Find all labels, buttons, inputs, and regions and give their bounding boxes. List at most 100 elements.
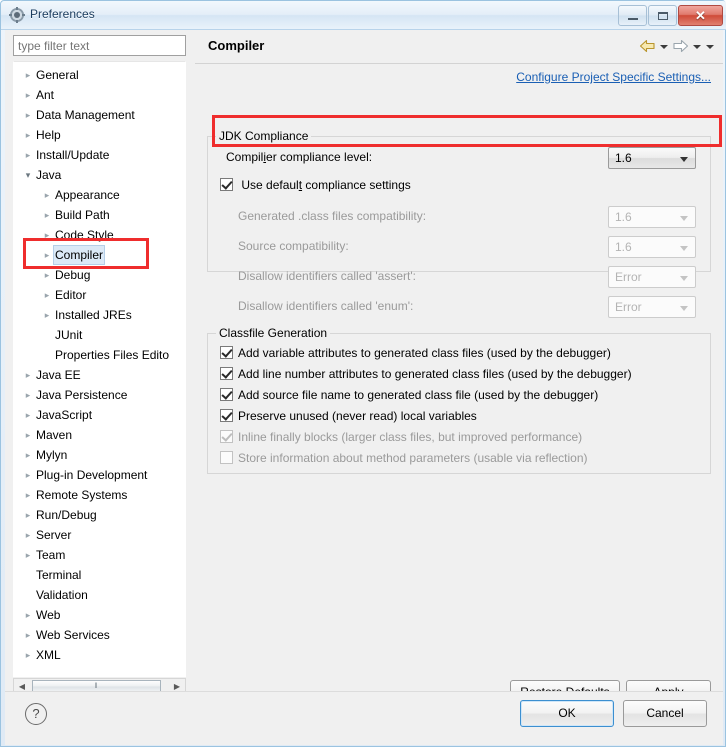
classfile-checkbox-row-0[interactable]: Add variable attributes to generated cla… — [220, 345, 611, 366]
sidebar-item-mylyn[interactable]: ▸ Mylyn — [14, 445, 185, 465]
twisty-collapsed-icon[interactable]: ▸ — [22, 425, 34, 445]
classfile-checkbox[interactable] — [220, 388, 233, 402]
sidebar-item-properties-files-edito[interactable]: Properties Files Edito — [14, 345, 185, 365]
twisty-collapsed-icon[interactable]: ▸ — [22, 545, 34, 565]
twisty-collapsed-icon[interactable]: ▸ — [41, 185, 53, 205]
close-button[interactable]: ✕ — [678, 5, 723, 26]
sidebar-item-label: Compiler — [53, 245, 106, 265]
sidebar-item-label: JUnit — [55, 328, 83, 342]
sidebar-item-web[interactable]: ▸ Web — [14, 605, 185, 625]
sidebar-item-validation[interactable]: Validation — [14, 585, 185, 605]
twisty-collapsed-icon[interactable]: ▸ — [22, 365, 34, 385]
sidebar-item-editor[interactable]: ▸ Editor — [14, 285, 185, 305]
sidebar-item-label: Run/Debug — [36, 508, 97, 522]
chevron-down-icon — [680, 157, 688, 162]
twisty-collapsed-icon[interactable]: ▸ — [22, 385, 34, 405]
preferences-tree[interactable]: ▸ General ▸ Ant ▸ Data Management ▸ Help ▸ Instal… — [13, 61, 186, 677]
twisty-collapsed-icon[interactable]: ▸ — [22, 485, 34, 505]
filter-input[interactable] — [13, 35, 186, 56]
sidebar-item-data-management[interactable]: ▸ Data Management — [14, 105, 185, 125]
maximize-button[interactable] — [648, 5, 677, 26]
chevron-down-icon — [680, 246, 688, 251]
preferences-window: Preferences ✕ ▸General▸Ant▸Data Manageme… — [0, 0, 726, 747]
sidebar-item-code-style[interactable]: ▸ Code Style — [14, 225, 185, 245]
sidebar-item-java-persistence[interactable]: ▸ Java Persistence — [14, 385, 185, 405]
sidebar-item-build-path[interactable]: ▸ Build Path — [14, 205, 185, 225]
use-default-compliance-row[interactable]: Use default compliance settings — [220, 177, 411, 198]
use-default-compliance-checkbox[interactable] — [220, 178, 233, 192]
twisty-collapsed-icon[interactable]: ▸ — [22, 85, 34, 105]
jdk-row-value: Error — [615, 270, 642, 284]
compiler-compliance-level-combo[interactable]: 1.6 — [608, 147, 696, 169]
classfile-checkbox — [220, 430, 233, 444]
back-dropdown-icon[interactable] — [659, 39, 669, 53]
sidebar-item-server[interactable]: ▸ Server — [14, 525, 185, 545]
window-title: Preferences — [30, 7, 95, 21]
classfile-generation-title: Classfile Generation — [216, 326, 331, 340]
twisty-collapsed-icon[interactable]: ▸ — [41, 225, 53, 245]
twisty-collapsed-icon[interactable]: ▸ — [22, 405, 34, 425]
twisty-collapsed-icon[interactable]: ▸ — [22, 65, 34, 85]
sidebar-item-label: Java EE — [36, 368, 81, 382]
sidebar-item-javascript[interactable]: ▸ JavaScript — [14, 405, 185, 425]
classfile-checkbox[interactable] — [220, 409, 233, 423]
twisty-collapsed-icon[interactable]: ▸ — [22, 645, 34, 665]
classfile-checkbox[interactable] — [220, 346, 233, 360]
classfile-checkbox-row-2[interactable]: Add source file name to generated class … — [220, 387, 598, 408]
compiler-compliance-level-row: Compilier compliance level: 1.6 — [208, 146, 710, 170]
sidebar-item-compiler[interactable]: ▸ Compiler — [14, 245, 185, 265]
classfile-checkbox-row-1[interactable]: Add line number attributes to generated … — [220, 366, 632, 387]
chevron-down-icon — [680, 276, 688, 281]
back-arrow-icon[interactable] — [639, 39, 656, 53]
sidebar-item-maven[interactable]: ▸ Maven — [14, 425, 185, 445]
twisty-collapsed-icon[interactable]: ▸ — [22, 505, 34, 525]
jdk-row-combo: Error — [608, 266, 696, 288]
sidebar-item-team[interactable]: ▸ Team — [14, 545, 185, 565]
sidebar-item-appearance[interactable]: ▸ Appearance — [14, 185, 185, 205]
sidebar-item-general[interactable]: ▸ General — [14, 65, 185, 85]
forward-dropdown-icon[interactable] — [692, 39, 702, 53]
jdk-row-value: 1.6 — [615, 210, 632, 224]
sidebar-item-plug-in-development[interactable]: ▸ Plug-in Development — [14, 465, 185, 485]
jdk-row-combo: 1.6 — [608, 236, 696, 258]
sidebar-item-install-update[interactable]: ▸ Install/Update — [14, 145, 185, 165]
cancel-button[interactable]: Cancel — [623, 700, 707, 727]
sidebar-item-junit[interactable]: JUnit — [14, 325, 185, 345]
twisty-collapsed-icon[interactable]: ▸ — [22, 465, 34, 485]
twisty-collapsed-icon[interactable]: ▸ — [22, 525, 34, 545]
sidebar-item-java[interactable]: ▾ Java — [14, 165, 185, 185]
help-icon[interactable]: ? — [25, 703, 47, 725]
configure-project-specific-settings-link[interactable]: Configure Project Specific Settings... — [516, 70, 711, 84]
twisty-collapsed-icon[interactable]: ▸ — [41, 305, 53, 325]
sidebar-item-installed-jres[interactable]: ▸ Installed JREs — [14, 305, 185, 325]
sidebar-item-xml[interactable]: ▸ XML — [14, 645, 185, 665]
twisty-collapsed-icon[interactable]: ▸ — [22, 445, 34, 465]
twisty-collapsed-icon[interactable]: ▸ — [41, 285, 53, 305]
twisty-placeholder — [41, 325, 53, 345]
twisty-expanded-icon[interactable]: ▾ — [22, 165, 34, 185]
twisty-collapsed-icon[interactable]: ▸ — [22, 605, 34, 625]
twisty-collapsed-icon[interactable]: ▸ — [22, 105, 34, 125]
twisty-collapsed-icon[interactable]: ▸ — [41, 245, 53, 265]
preferences-tree-pane: ▸General▸Ant▸Data Management▸Help▸Instal… — [5, 30, 195, 714]
sidebar-item-help[interactable]: ▸ Help — [14, 125, 185, 145]
sidebar-item-label: Debug — [55, 268, 91, 282]
sidebar-item-terminal[interactable]: Terminal — [14, 565, 185, 585]
twisty-collapsed-icon[interactable]: ▸ — [22, 145, 34, 165]
classfile-checkbox[interactable] — [220, 367, 233, 381]
twisty-collapsed-icon[interactable]: ▸ — [41, 265, 53, 285]
twisty-collapsed-icon[interactable]: ▸ — [22, 125, 34, 145]
sidebar-item-remote-systems[interactable]: ▸ Remote Systems — [14, 485, 185, 505]
forward-arrow-icon[interactable] — [672, 39, 689, 53]
view-menu-icon[interactable] — [705, 39, 715, 53]
twisty-collapsed-icon[interactable]: ▸ — [41, 205, 53, 225]
sidebar-item-web-services[interactable]: ▸ Web Services — [14, 625, 185, 645]
sidebar-item-java-ee[interactable]: ▸ Java EE — [14, 365, 185, 385]
sidebar-item-ant[interactable]: ▸ Ant — [14, 85, 185, 105]
sidebar-item-debug[interactable]: ▸ Debug — [14, 265, 185, 285]
minimize-button[interactable] — [618, 5, 647, 26]
ok-button[interactable]: OK — [520, 700, 614, 727]
twisty-collapsed-icon[interactable]: ▸ — [22, 625, 34, 645]
classfile-checkbox-row-3[interactable]: Preserve unused (never read) local varia… — [220, 408, 477, 429]
sidebar-item-run-debug[interactable]: ▸ Run/Debug — [14, 505, 185, 525]
